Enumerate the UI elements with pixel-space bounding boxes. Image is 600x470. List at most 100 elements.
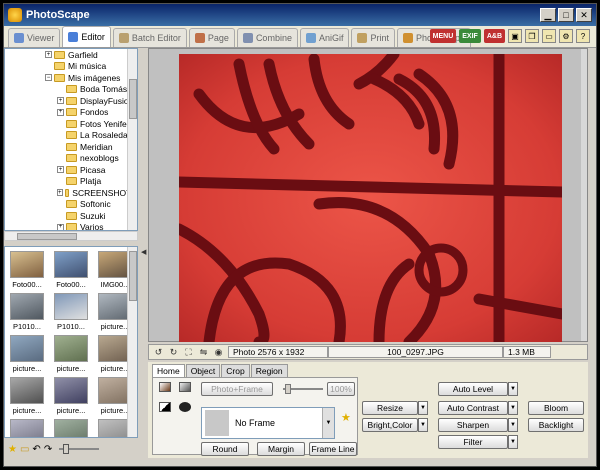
thumbnail-scrollbar[interactable] xyxy=(127,247,137,437)
edit-tab-region[interactable]: Region xyxy=(250,364,288,377)
auto-contrast-dropdown-arrow[interactable]: ▼ xyxy=(508,401,518,415)
shape-icon[interactable] xyxy=(179,402,191,412)
header-button-1[interactable]: EXIF xyxy=(459,29,481,43)
panel-splitter[interactable]: ◀ xyxy=(140,48,148,458)
auto-contrast-button[interactable]: Auto Contrast xyxy=(438,401,508,415)
tree-horizontal-scrollbar[interactable] xyxy=(4,231,138,241)
filter-button[interactable]: Filter xyxy=(438,435,508,449)
pages-icon[interactable]: ❐ xyxy=(525,29,539,43)
expand-icon[interactable]: + xyxy=(57,108,64,116)
viewer-vertical-scrollbar[interactable] xyxy=(581,49,587,341)
auto-level-button[interactable]: Auto Level xyxy=(438,382,508,396)
rotate-right-icon[interactable]: ↻ xyxy=(168,347,179,358)
tree-item[interactable]: Suzuki xyxy=(5,210,137,222)
thumbnail-item[interactable] xyxy=(51,419,91,437)
thumbnail-item[interactable] xyxy=(7,419,47,437)
auto-level-dropdown-arrow[interactable]: ▼ xyxy=(508,382,518,396)
tree-item[interactable]: nexoblogs xyxy=(5,153,137,165)
thumbnail-scroll-thumb[interactable] xyxy=(129,251,137,301)
thumbnail-item[interactable]: picture... xyxy=(7,377,47,415)
tab-print[interactable]: Print xyxy=(351,28,395,47)
expand-icon[interactable]: + xyxy=(45,51,52,59)
rotate-left-icon[interactable]: ↺ xyxy=(153,347,164,358)
thumbnail-item[interactable]: P1010... xyxy=(51,293,91,331)
header-button-0[interactable]: MENU xyxy=(429,29,457,43)
tree-item[interactable]: − Mis imágenes xyxy=(5,72,137,84)
tree-item[interactable]: + SCREENSHOTS xyxy=(5,187,137,199)
tree-item[interactable]: Softonic xyxy=(5,199,137,211)
expand-icon[interactable]: + xyxy=(57,97,64,105)
thumbnail-item[interactable]: picture... xyxy=(51,335,91,373)
tree-item[interactable]: Platja xyxy=(5,176,137,188)
round-button[interactable]: Round xyxy=(201,442,249,456)
window-icon[interactable]: ▣ xyxy=(508,29,522,43)
backlight-button[interactable]: Backlight xyxy=(528,418,584,432)
sharpen-button[interactable]: Sharpen xyxy=(438,418,508,432)
folder-icon[interactable]: ▭ xyxy=(542,29,556,43)
settings-icon[interactable]: ⚙ xyxy=(559,29,573,43)
tree-item[interactable]: + Picasa xyxy=(5,164,137,176)
resize-button[interactable]: Resize xyxy=(362,401,418,415)
frame-color-icon[interactable] xyxy=(159,382,171,392)
thumbnail-item[interactable]: Foto00... xyxy=(7,251,47,289)
bloom-button[interactable]: Bloom xyxy=(528,401,584,415)
tab-editor[interactable]: Editor xyxy=(62,26,111,47)
thumbnail-item[interactable]: P1010... xyxy=(7,293,47,331)
collapse-icon[interactable]: − xyxy=(45,74,52,82)
expand-icon[interactable]: + xyxy=(57,166,64,174)
tree-item[interactable]: + Fondos xyxy=(5,107,137,119)
tree-item[interactable]: Meridian xyxy=(5,141,137,153)
tree-hscroll-thumb[interactable] xyxy=(17,233,77,240)
tree-item[interactable]: La Rosaleda xyxy=(5,130,137,142)
tab-combine[interactable]: Combine xyxy=(236,28,298,47)
minimize-button[interactable]: ▁ xyxy=(540,8,556,22)
tree-item[interactable]: + Garfield xyxy=(5,49,137,61)
frame-zoom-slider-handle[interactable] xyxy=(285,384,291,394)
folder-icon[interactable]: ▭ xyxy=(20,444,29,455)
photo-frame-button[interactable]: Photo+Frame xyxy=(201,382,273,396)
thumbnail-item[interactable]: picture... xyxy=(7,335,47,373)
collapse-arrow-icon[interactable]: ◀ xyxy=(141,248,146,256)
expand-icon[interactable]: + xyxy=(57,223,64,230)
flip-icon[interactable]: ⇋ xyxy=(198,347,209,358)
tab-viewer[interactable]: Viewer xyxy=(8,28,61,47)
thumbnail-size-slider-handle[interactable] xyxy=(63,444,70,454)
frame-style-icon[interactable] xyxy=(179,382,191,392)
bright-color-dropdown-arrow[interactable]: ▼ xyxy=(418,418,428,432)
frame-select[interactable]: No Frame ▼ xyxy=(201,407,335,439)
tab-batch-editor[interactable]: Batch Editor xyxy=(112,28,187,47)
tree-scroll-thumb[interactable] xyxy=(129,79,137,119)
forward-arrow-icon[interactable]: ↷ xyxy=(44,444,52,455)
photo-viewer[interactable] xyxy=(148,48,588,342)
expand-icon[interactable]: + xyxy=(57,189,63,197)
frame-line-button[interactable]: Frame Line xyxy=(309,442,357,456)
bright-color-button[interactable]: Bright,Color xyxy=(362,418,418,432)
header-button-2[interactable]: A&B xyxy=(483,29,505,43)
tree-item[interactable]: Boda Tomás xyxy=(5,84,137,96)
back-arrow-icon[interactable]: ↶ xyxy=(32,444,40,455)
tree-item[interactable]: Fotos Yenifer xyxy=(5,118,137,130)
favorite-star-icon[interactable]: ★ xyxy=(341,411,351,424)
tree-item[interactable]: + Varios xyxy=(5,222,137,230)
chevron-down-icon[interactable]: ▼ xyxy=(322,408,334,438)
fullscreen-icon[interactable]: ◉ xyxy=(213,347,224,358)
fit-screen-icon[interactable]: ⛶ xyxy=(183,347,194,358)
close-button[interactable]: ✕ xyxy=(576,8,592,22)
maximize-button[interactable]: □ xyxy=(558,8,574,22)
tree-vertical-scrollbar[interactable] xyxy=(127,49,137,230)
star-icon[interactable]: ★ xyxy=(8,444,17,455)
tree-item[interactable]: Mi música xyxy=(5,61,137,73)
filter-dropdown-arrow[interactable]: ▼ xyxy=(508,435,518,449)
edit-tab-crop[interactable]: Crop xyxy=(221,364,250,377)
resize-dropdown-arrow[interactable]: ▼ xyxy=(418,401,428,415)
frame-zoom-slider[interactable] xyxy=(283,384,323,394)
thumbnail-item[interactable]: picture... xyxy=(51,377,91,415)
help-icon[interactable]: ? xyxy=(576,29,590,43)
thumbnail-size-slider[interactable] xyxy=(59,444,100,454)
sharpen-dropdown-arrow[interactable]: ▼ xyxy=(508,418,518,432)
margin-button[interactable]: Margin xyxy=(257,442,305,456)
contrast-icon[interactable] xyxy=(159,402,171,412)
tree-item[interactable]: + DisplayFusion xyxy=(5,95,137,107)
tab-anigif[interactable]: AniGif xyxy=(299,28,350,47)
thumbnail-item[interactable]: Foto00... xyxy=(51,251,91,289)
